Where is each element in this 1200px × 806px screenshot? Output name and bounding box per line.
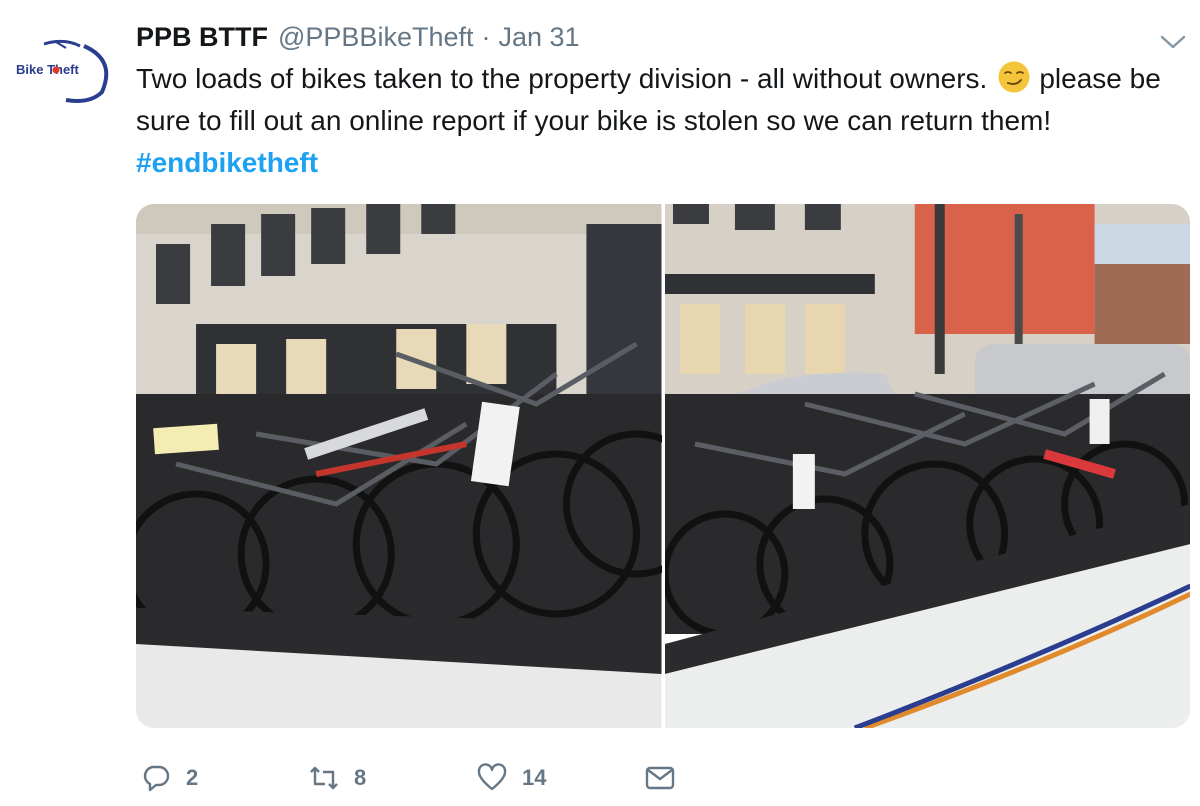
tweet-media — [136, 204, 1190, 728]
retweet-button[interactable]: 8 — [308, 762, 476, 794]
avatar[interactable]: Bike Theft — [14, 34, 114, 104]
smirking-face-emoji — [997, 60, 1031, 94]
tweet-date[interactable]: Jan 31 — [499, 22, 580, 53]
avatar-logo-text: Bike Theft — [16, 62, 80, 77]
tweet-actions: 2 8 14 — [140, 758, 676, 798]
header-separator: · — [481, 21, 491, 52]
reply-button[interactable]: 2 — [140, 762, 308, 794]
like-button[interactable]: 14 — [476, 762, 644, 794]
user-handle[interactable]: @PPBBikeTheft — [278, 22, 474, 53]
tweet-header: PPB BTTF @PPBBikeTheft · Jan 31 — [136, 18, 580, 56]
retweet-count: 8 — [354, 765, 367, 790]
tweet-text: Two loads of bikes taken to the property… — [136, 58, 1186, 184]
heart-icon — [477, 763, 507, 791]
hashtag-link[interactable]: #endbiketheft — [136, 147, 318, 178]
tweet-text-part1: Two loads of bikes taken to the property… — [136, 63, 988, 94]
bike-theft-logo: Bike Theft — [16, 39, 109, 103]
dm-envelope-icon — [645, 766, 675, 790]
retweet-icon — [310, 766, 338, 790]
display-name[interactable]: PPB BTTF — [136, 22, 268, 53]
photo-right[interactable] — [664, 204, 1190, 728]
like-count: 14 — [522, 765, 547, 790]
photo-left[interactable] — [136, 204, 662, 728]
reply-icon — [143, 765, 170, 792]
chevron-down-icon[interactable] — [1158, 32, 1188, 52]
dm-button[interactable] — [644, 762, 676, 794]
reply-count: 2 — [186, 765, 199, 790]
